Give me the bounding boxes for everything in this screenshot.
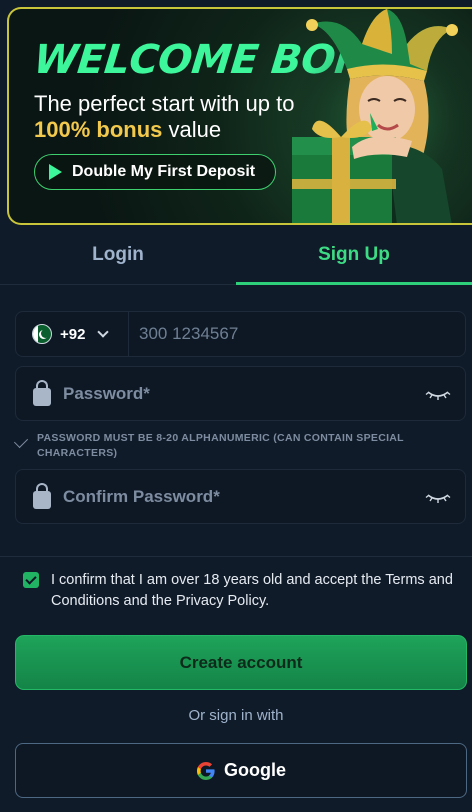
banner-subtitle: The perfect start with up to xyxy=(34,91,295,116)
age-consent: I confirm that I am over 18 years old an… xyxy=(23,570,463,612)
banner-subtitle-line2: 100% bonus value xyxy=(34,117,221,143)
lock-icon xyxy=(33,379,51,406)
banner-line2-rest: value xyxy=(162,117,222,142)
welcome-bonus-banner: WELCOME BONUS The perfect start with up … xyxy=(7,7,472,225)
divider xyxy=(0,556,472,557)
consent-checkbox[interactable] xyxy=(23,572,39,588)
google-icon xyxy=(197,761,215,780)
lock-icon xyxy=(33,482,51,509)
or-sign-in-label: Or sign in with xyxy=(188,707,284,724)
auth-tabs: Login Sign Up xyxy=(0,225,472,285)
tab-signup[interactable]: Sign Up xyxy=(236,225,472,285)
country-code-select[interactable]: +92 xyxy=(16,312,129,356)
password-input[interactable] xyxy=(51,367,425,420)
phone-input[interactable] xyxy=(129,312,465,356)
password-field xyxy=(15,366,466,421)
check-icon xyxy=(13,433,29,449)
tab-login[interactable]: Login xyxy=(0,225,236,284)
eye-closed-icon[interactable] xyxy=(425,487,451,507)
banner-highlight: 100% bonus xyxy=(34,117,163,142)
play-icon xyxy=(49,164,62,180)
country-code: +92 xyxy=(60,325,86,343)
google-sign-in-button[interactable]: Google xyxy=(15,743,467,798)
password-hint: PASSWORD MUST BE 8-20 ALPHANUMERIC (CAN … xyxy=(13,431,455,461)
consent-text: I confirm that I am over 18 years old an… xyxy=(51,572,453,609)
double-deposit-button[interactable]: Double My First Deposit xyxy=(34,154,277,190)
double-deposit-label: Double My First Deposit xyxy=(72,163,256,180)
eye-closed-icon[interactable] xyxy=(425,384,451,404)
chevron-down-icon xyxy=(97,326,110,338)
phone-field: +92 xyxy=(15,311,466,357)
jester-gift-illustration xyxy=(292,9,472,223)
password-hint-text: PASSWORD MUST BE 8-20 ALPHANUMERIC (CAN … xyxy=(37,432,404,459)
confirm-password-input[interactable] xyxy=(51,470,425,523)
google-label: Google xyxy=(224,760,286,780)
confirm-password-field xyxy=(15,469,466,524)
pakistan-flag-icon xyxy=(32,324,52,344)
create-account-button[interactable]: Create account xyxy=(15,635,467,690)
